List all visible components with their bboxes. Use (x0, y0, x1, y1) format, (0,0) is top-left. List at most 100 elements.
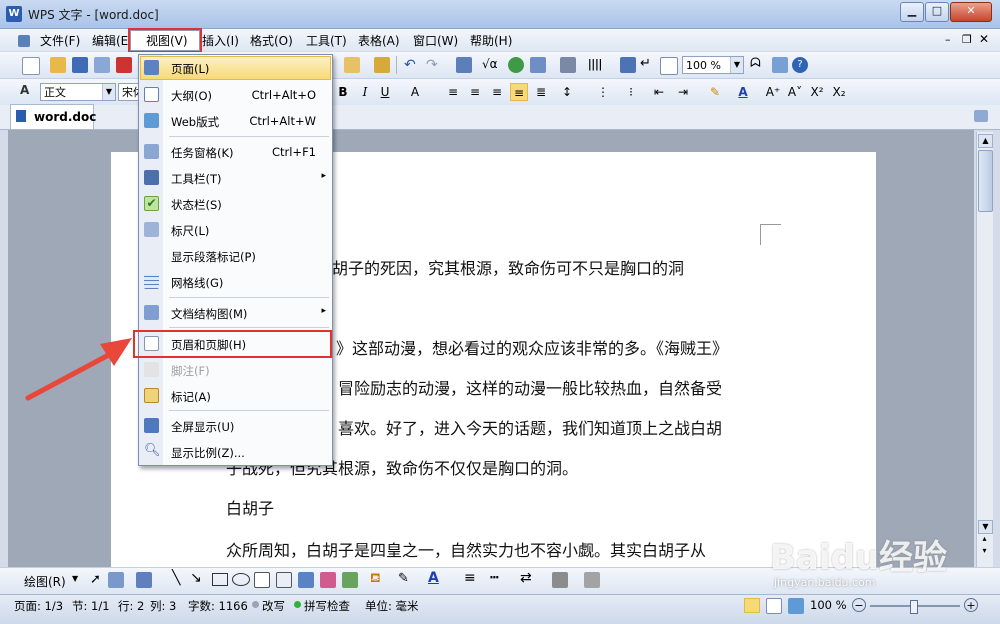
autoshapes-icon[interactable] (136, 572, 152, 588)
line-spacing-icon[interactable]: ↕ (558, 83, 576, 101)
line-style-icon[interactable]: ≡ (464, 570, 476, 586)
table-grid-icon[interactable] (530, 57, 546, 73)
increase-indent-icon[interactable]: ⇥ (674, 83, 692, 101)
help-icon[interactable]: ? (792, 57, 808, 73)
close-window-button[interactable]: ✕ (950, 2, 992, 22)
menu-item-document-map[interactable]: 文档结构图(M) ▸ (139, 300, 332, 326)
vertical-textbox-icon[interactable] (276, 572, 292, 588)
draw-menu-button[interactable]: 绘图(R) (24, 573, 66, 590)
export-pdf-icon[interactable] (94, 57, 110, 73)
dash-style-icon[interactable]: ┅ (490, 570, 498, 586)
doc-line-6[interactable]: 众所周知，白胡子是四皇之一，自然实力也不容小觑。其实白胡子从 (226, 537, 706, 561)
scroll-up-arrow[interactable]: ▲ (978, 134, 993, 148)
justify-icon[interactable]: ≡ (510, 83, 528, 101)
clipart-icon[interactable] (320, 572, 336, 588)
menu-window[interactable]: 窗口(W) (413, 33, 458, 49)
page-view-icon[interactable] (744, 598, 760, 613)
oval-tool-icon[interactable] (232, 573, 250, 586)
menu-file[interactable]: 文件(F) (40, 33, 80, 49)
textbox-tool-icon[interactable] (254, 572, 270, 588)
chevron-down-icon[interactable]: ▼ (72, 574, 78, 583)
line-tool-icon[interactable]: ╲ (172, 570, 180, 586)
decrease-indent-icon[interactable]: ⇤ (650, 83, 668, 101)
status-word-count[interactable]: 字数: 1166 (188, 598, 248, 614)
menu-item-outline[interactable]: 大纲(O) Ctrl+Alt+O (139, 82, 332, 108)
style-combo[interactable]: 正文 ▼ (40, 83, 116, 101)
align-center-icon[interactable]: ≡ (466, 83, 484, 101)
wps-app-icon[interactable]: W (6, 6, 22, 22)
arrow-tool-icon[interactable]: ↘ (190, 570, 202, 586)
highlight-icon[interactable]: ✎ (706, 83, 724, 101)
menu-insert[interactable]: 插入(I) (202, 33, 239, 49)
doc-restore-button[interactable]: ❐ (962, 33, 972, 46)
font-combo[interactable]: 宋体 (118, 83, 140, 101)
chart-icon[interactable]: ǀǀǀǀ (588, 57, 602, 71)
align-right-icon[interactable]: ≡ (488, 83, 506, 101)
menu-item-gridlines[interactable]: 网格线(G) (139, 269, 332, 295)
doc-line-4[interactable]: 喜欢。好了，进入今天的话题，我们知道顶上之战白胡 (338, 415, 722, 439)
zoom-combo[interactable]: 100 % ▼ (682, 56, 744, 74)
doc-menu-icon[interactable] (18, 35, 30, 47)
chevron-down-icon[interactable]: ▼ (730, 57, 743, 73)
formula-icon[interactable]: √α (482, 57, 498, 71)
bullets-icon[interactable]: ⁝ (622, 83, 640, 101)
menu-item-task-pane[interactable]: 任务窗格(K) Ctrl+F1 (139, 139, 332, 165)
doc-heading[interactable]: 白胡子 (226, 495, 274, 519)
research-icon[interactable] (772, 57, 788, 73)
hyperlink-icon[interactable] (508, 57, 524, 73)
redo-icon[interactable]: ↷ (426, 57, 438, 73)
menu-item-toolbars[interactable]: 工具栏(T) ▸ (139, 165, 332, 191)
doc-line-3[interactable]: 冒险励志的动漫，这样的动漫一般比较热血，自然备受 (338, 375, 722, 399)
print-icon[interactable] (116, 57, 132, 73)
minimize-button[interactable]: ▁ (900, 2, 924, 22)
fill-color-icon[interactable]: ⛾ (370, 571, 381, 588)
new-document-icon[interactable] (22, 57, 40, 75)
wordart-icon[interactable] (298, 572, 314, 588)
font-color-icon[interactable]: A (734, 83, 752, 101)
arrow-style-icon[interactable]: ⇄ (520, 570, 532, 586)
doc-line-1[interactable]: 白胡子的死因，究其根源，致命伤可不只是胸口的洞 (316, 255, 684, 279)
menu-table[interactable]: 表格(A) (358, 33, 400, 49)
bold-button[interactable]: B (334, 83, 352, 101)
shadow-style-icon[interactable] (552, 572, 568, 588)
rectangle-tool-icon[interactable] (212, 573, 228, 586)
insert-table-icon[interactable] (456, 57, 472, 73)
tab-list-icon[interactable] (974, 110, 988, 122)
subscript-icon[interactable]: X₂ (830, 83, 848, 101)
save-icon[interactable] (72, 57, 88, 73)
menu-item-web-layout[interactable]: Web版式 Ctrl+Alt+W (139, 108, 332, 134)
zoom-slider-thumb[interactable] (910, 600, 918, 614)
status-spellcheck[interactable]: 拼写检查 (304, 598, 350, 614)
columns-icon[interactable] (560, 57, 576, 73)
menu-edit[interactable]: 编辑(E) (92, 33, 133, 49)
menu-item-fullscreen[interactable]: 全屏显示(U) (139, 413, 332, 439)
paragraph-mark-icon[interactable]: ↵ (640, 56, 651, 71)
doc-line-2[interactable]: 》这部动漫，想必看过的观众应该非常的多。《海贼王》 (336, 335, 728, 359)
menu-item-markup[interactable]: 标记(A) (139, 383, 332, 409)
select-pointer-icon[interactable]: ➚ (90, 572, 101, 587)
align-left-icon[interactable]: ≡ (444, 83, 462, 101)
select-objects-icon[interactable] (108, 572, 124, 588)
underline-button[interactable]: U (376, 83, 394, 101)
shrink-font-icon[interactable]: A˅ (786, 83, 804, 101)
numbering-icon[interactable]: ⋮ (594, 83, 612, 101)
distribute-icon[interactable]: ≣ (532, 83, 550, 101)
doc-close-button[interactable]: ✕ (979, 32, 989, 46)
line-color-icon[interactable]: ✎ (398, 571, 409, 586)
styles-icon[interactable]: A (20, 83, 29, 97)
char-border-button[interactable]: A (406, 83, 424, 101)
format-painter-icon[interactable] (374, 57, 390, 73)
drawing-toolbar-icon[interactable] (620, 57, 636, 73)
superscript-icon[interactable]: X² (808, 83, 826, 101)
grow-font-icon[interactable]: A⁺ (764, 83, 782, 101)
3d-style-icon[interactable] (584, 572, 600, 588)
insert-picture-icon[interactable] (342, 572, 358, 588)
scroll-thumb[interactable] (978, 150, 993, 212)
chevron-down-icon[interactable]: ▼ (102, 84, 115, 100)
paste-icon[interactable] (344, 57, 360, 73)
menu-help[interactable]: 帮助(H) (470, 33, 512, 49)
status-overwrite[interactable]: 改写 (262, 598, 285, 614)
menu-tools[interactable]: 工具(T) (306, 33, 347, 49)
menu-item-paragraph-marks[interactable]: 显示段落标记(P) (139, 243, 332, 269)
zoom-page-icon[interactable] (660, 57, 678, 75)
